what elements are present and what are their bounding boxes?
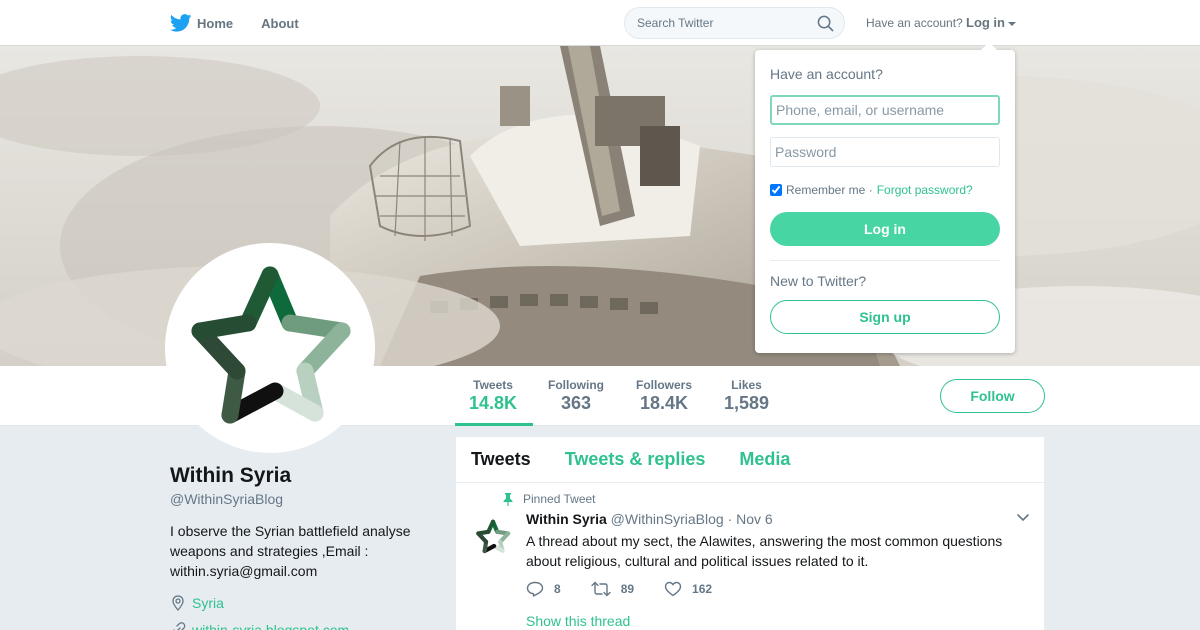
tweet-actions: 8 89 162 [526,581,742,597]
stat-followers-value: 18.4K [639,393,689,413]
pinned-label: Pinned Tweet [503,492,596,506]
new-to-twitter-text: New to Twitter? [770,273,867,289]
stat-likes-label: Likes [731,378,762,392]
top-navigation-bar: Home About Have an account? Log in [0,0,1200,46]
show-thread-link[interactable]: Show this thread [526,613,630,629]
stat-following[interactable]: Following 363 [548,378,604,414]
pin-icon [503,492,513,506]
reply-icon [526,581,544,597]
like-icon [664,581,682,597]
nav-about[interactable]: About [261,16,299,31]
search-input[interactable] [637,16,807,30]
login-button[interactable]: Log in [770,212,1000,246]
star-logo-icon [191,266,351,424]
like-count: 162 [692,582,713,596]
remember-me-row: Remember me · Forgot password? [770,183,973,197]
retweet-action[interactable]: 89 [590,581,635,597]
forgot-password-link[interactable]: Forgot password? [877,183,973,197]
stat-following-label: Following [548,378,604,392]
search-box[interactable] [624,7,845,39]
tweet-avatar[interactable] [471,515,515,559]
stat-following-value: 363 [560,393,592,413]
tab-media[interactable]: Media [739,449,790,470]
stat-followers[interactable]: Followers 18.4K [636,378,692,414]
pinned-label-text: Pinned Tweet [523,492,596,506]
tweet-header: Within Syria @WithinSyriaBlog · Nov 6 [526,511,773,527]
follow-button[interactable]: Follow [940,379,1045,413]
tweet-date[interactable]: · Nov 6 [728,511,773,527]
reply-action[interactable]: 8 [526,581,561,597]
active-stat-indicator [455,423,533,426]
stat-likes-value: 1,589 [724,393,770,413]
tweet-author-handle[interactable]: @WithinSyriaBlog [611,511,724,527]
profile-location-text: Syria [192,595,224,611]
stat-tweets-label: Tweets [473,378,513,392]
location-icon [172,595,184,611]
pinned-tweet[interactable]: Pinned Tweet Within Syria @WithinSyriaBl… [456,483,1044,630]
tab-tweets[interactable]: Tweets [471,449,531,470]
like-action[interactable]: 162 [664,581,712,597]
stat-tweets[interactable]: Tweets 14.8K [469,378,517,414]
stat-likes[interactable]: Likes 1,589 [724,378,769,414]
nav-home-label: Home [197,15,234,31]
login-link-label: Log in [966,15,1005,30]
tweet-timeline: Tweets Tweets & replies Media Pinned Twe… [456,437,1044,630]
password-field[interactable] [770,137,1000,167]
login-dropdown-title: Have an account? [770,66,883,82]
profile-bio: I observe the Syrian battlefield analyse… [170,523,411,579]
profile-website-text: within-syria.blogspot.com [192,622,350,630]
star-logo-icon [476,519,511,554]
nav-left: Home About [170,0,327,46]
retweet-icon [590,581,611,597]
profile-location[interactable]: Syria [170,595,224,611]
retweet-count: 89 [620,582,635,596]
timeline-tabs: Tweets Tweets & replies Media [456,437,1044,483]
signup-button[interactable]: Sign up [770,300,1000,334]
chevron-down-icon[interactable] [1016,513,1030,523]
nav-about-label: About [261,15,299,31]
tweet-author-name[interactable]: Within Syria [526,511,607,527]
tab-tweets-and-replies[interactable]: Tweets & replies [565,449,706,470]
search-icon[interactable] [817,15,834,32]
profile-avatar[interactable] [165,243,375,453]
login-dropdown: Have an account? Remember me · Forgot pa… [755,42,1015,353]
remember-me-checkbox[interactable] [770,184,782,196]
remember-me-label[interactable]: Remember me · [786,183,873,197]
stat-followers-label: Followers [636,378,693,392]
link-icon [173,622,186,630]
profile-website[interactable]: within-syria.blogspot.com [170,622,349,630]
login-dropdown-toggle[interactable]: Log in [966,15,1016,30]
tweet-text: A thread about my sect, the Alawites, an… [526,533,1003,569]
have-account-text: Have an account? [866,16,963,30]
dropdown-divider [770,260,1000,261]
caret-down-icon [1008,21,1016,26]
reply-count: 8 [554,582,561,596]
profile-handle[interactable]: @WithinSyriaBlog [170,491,283,507]
profile-name[interactable]: Within Syria [170,464,291,488]
stat-tweets-value: 14.8K [469,393,518,413]
nav-home[interactable]: Home [170,14,233,32]
twitter-bird-icon [170,14,192,32]
username-field[interactable] [770,95,1000,125]
